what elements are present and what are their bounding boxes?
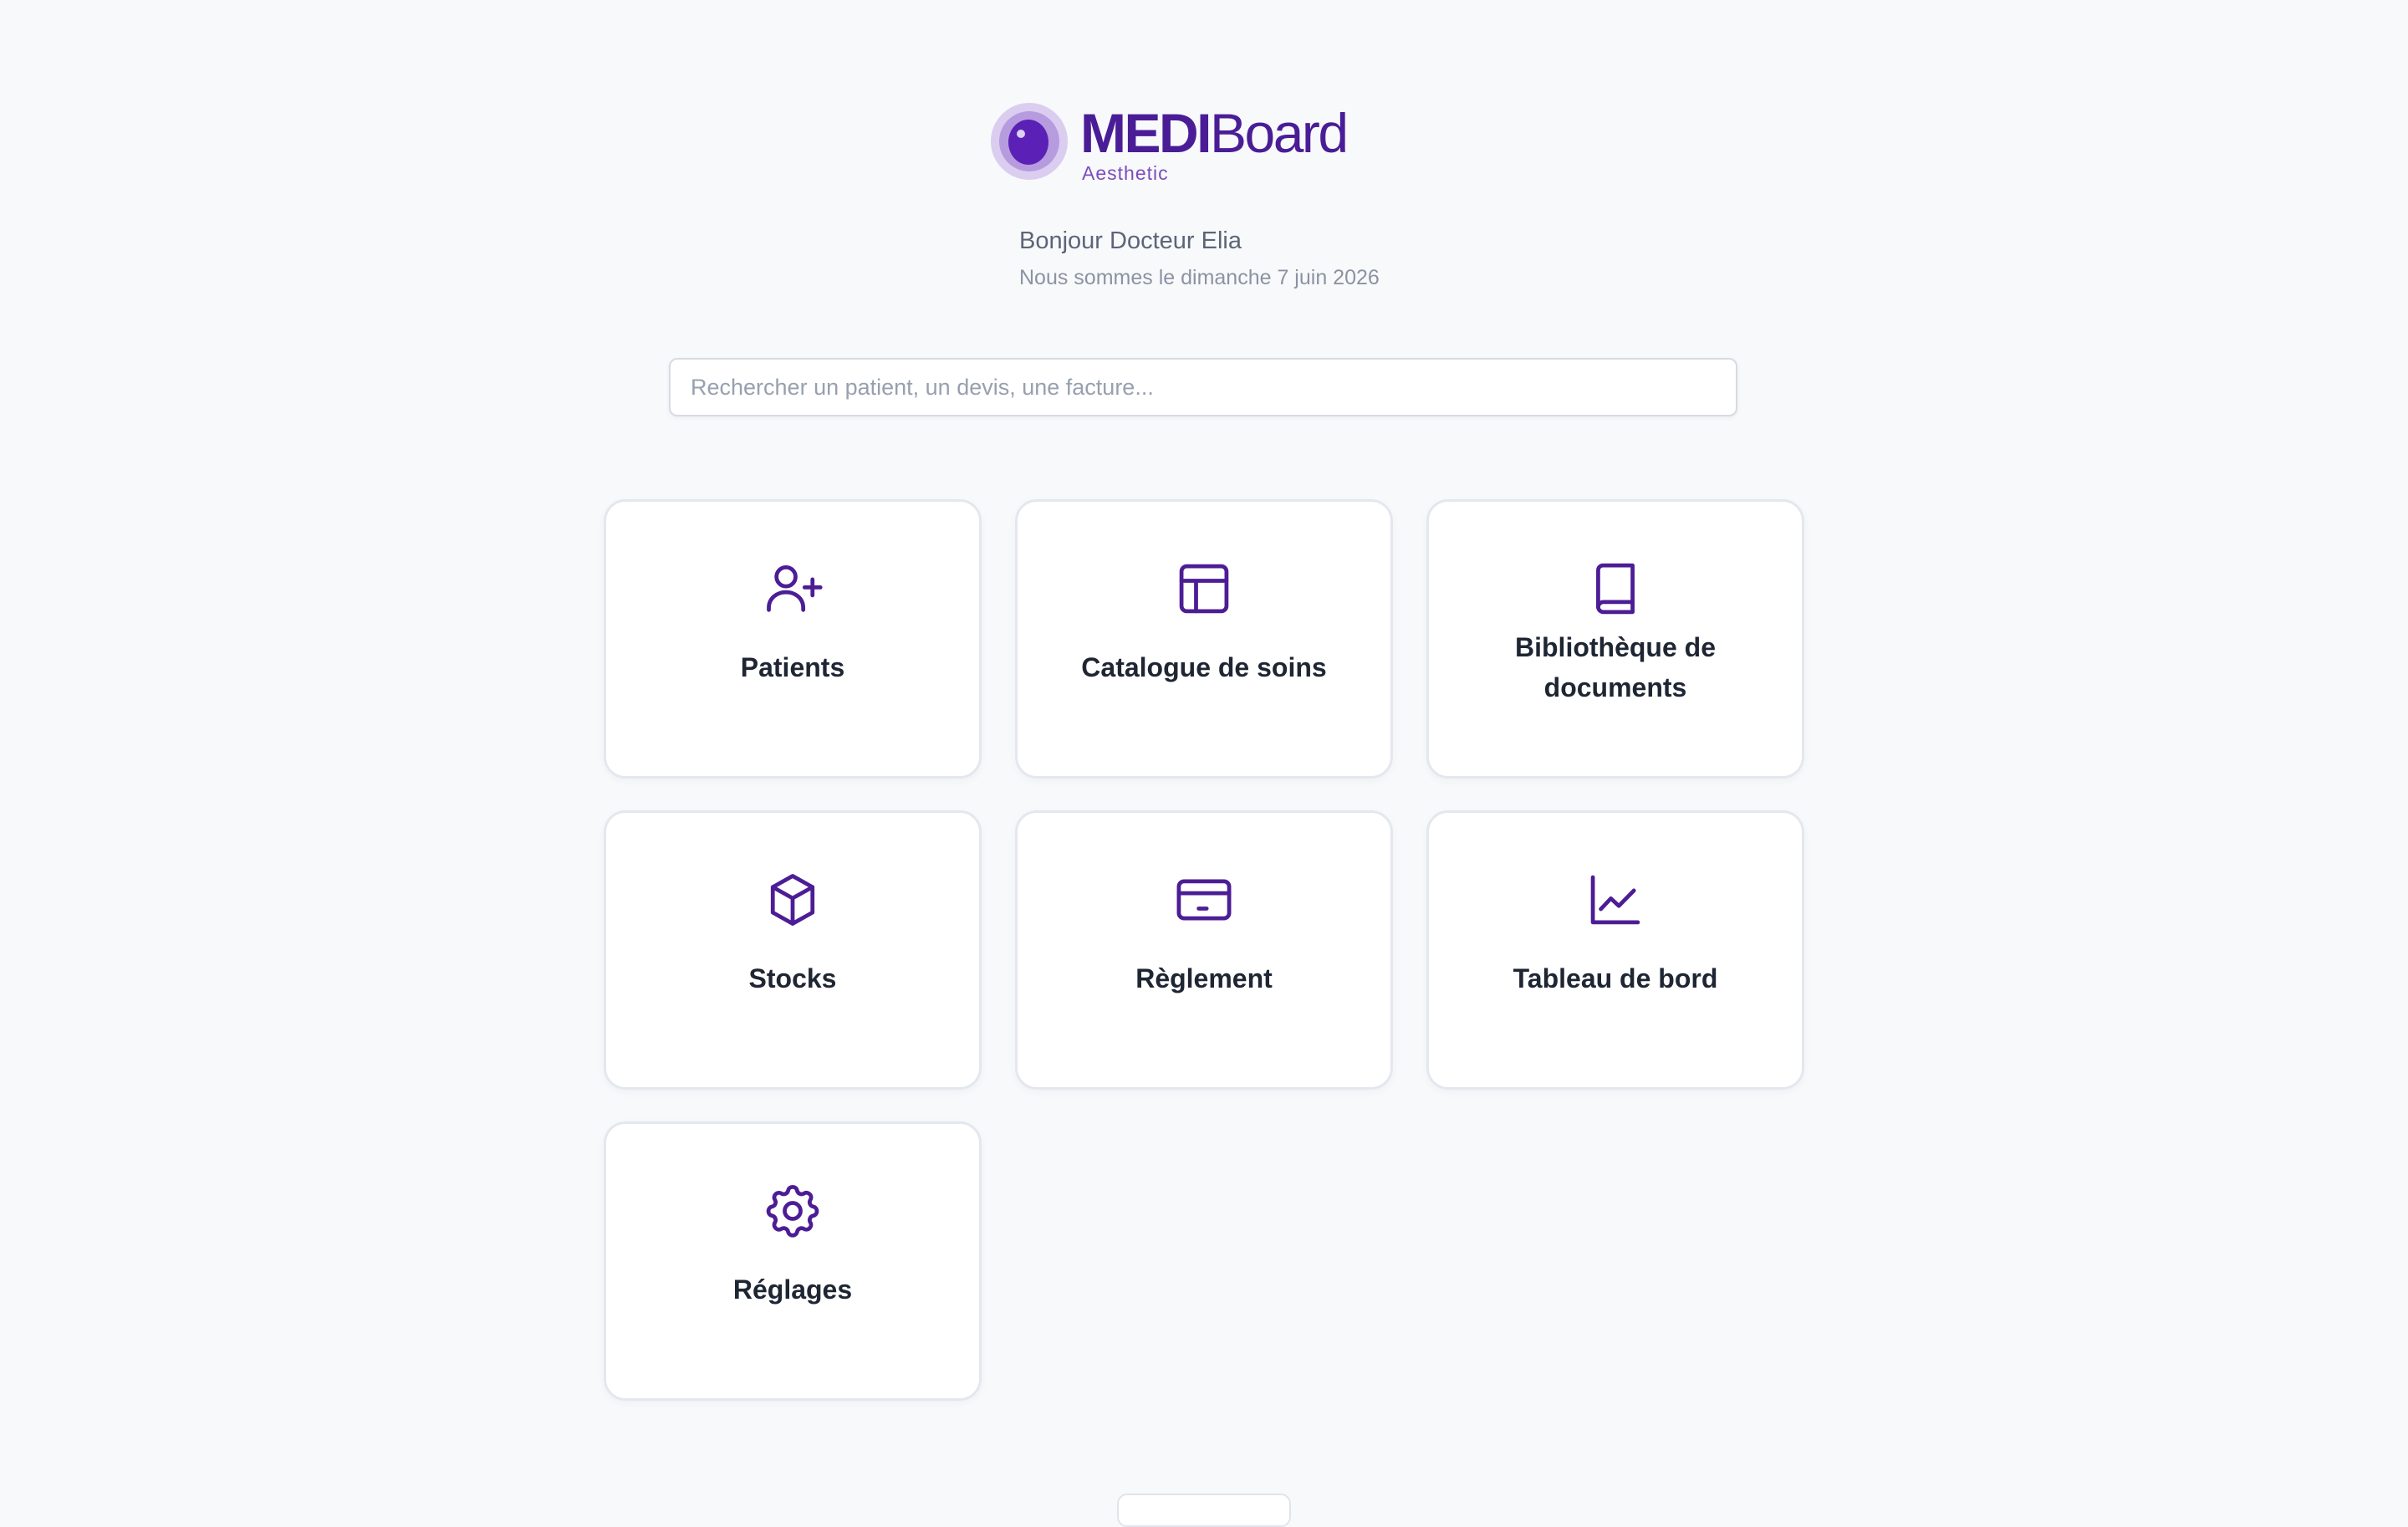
package-box-icon [761,868,824,932]
module-card-settings[interactable]: Réglages [604,1121,982,1401]
module-card-catalogue[interactable]: Catalogue de soins [1015,499,1393,779]
module-label: Patients [740,652,845,682]
brand-wordmark: MEDIBoard Aesthetic [1080,102,1349,186]
module-label: Règlement [1135,963,1273,993]
eye-lens-logo-icon [990,102,1069,181]
module-card-stocks[interactable]: Stocks [604,810,982,1090]
module-label: Bibliothèque de documents [1515,632,1716,702]
module-label: Réglages [732,1274,853,1305]
module-label: Stocks [748,963,837,993]
layout-table-icon [1172,557,1236,621]
module-card-dashboard[interactable]: Tableau de bord [1426,810,1804,1090]
line-chart-icon [1584,868,1647,932]
brand-logo: MEDIBoard Aesthetic [990,102,1349,186]
brand-subtitle: Aesthetic [1082,162,1169,184]
module-label: Catalogue de soins [1081,652,1327,682]
gear-icon [761,1179,824,1243]
module-card-patients[interactable]: Patients [604,499,982,779]
greeting-title: Bonjour Docteur Elia [1019,227,1242,254]
module-label: Tableau de bord [1513,963,1718,993]
brand-name-bold: MEDI [1080,102,1212,164]
search-input[interactable] [669,358,1737,416]
bottom-button[interactable] [1117,1494,1291,1527]
credit-card-icon [1172,868,1236,932]
module-card-reglement[interactable]: Règlement [1015,810,1393,1090]
greeting: Bonjour Docteur Elia Nous sommes le dima… [1019,226,1380,291]
module-grid: Patients Catalogue de soins Bibliothèque… [604,499,1804,1401]
module-card-documents[interactable]: Bibliothèque de documents [1426,499,1804,779]
book-icon [1584,557,1647,621]
current-date: Nous sommes le dimanche 7 juin 2026 [1019,266,1380,289]
user-plus-icon [761,557,824,621]
brand-name: MEDIBoard [1080,102,1349,164]
brand-name-light: Board [1210,102,1349,164]
